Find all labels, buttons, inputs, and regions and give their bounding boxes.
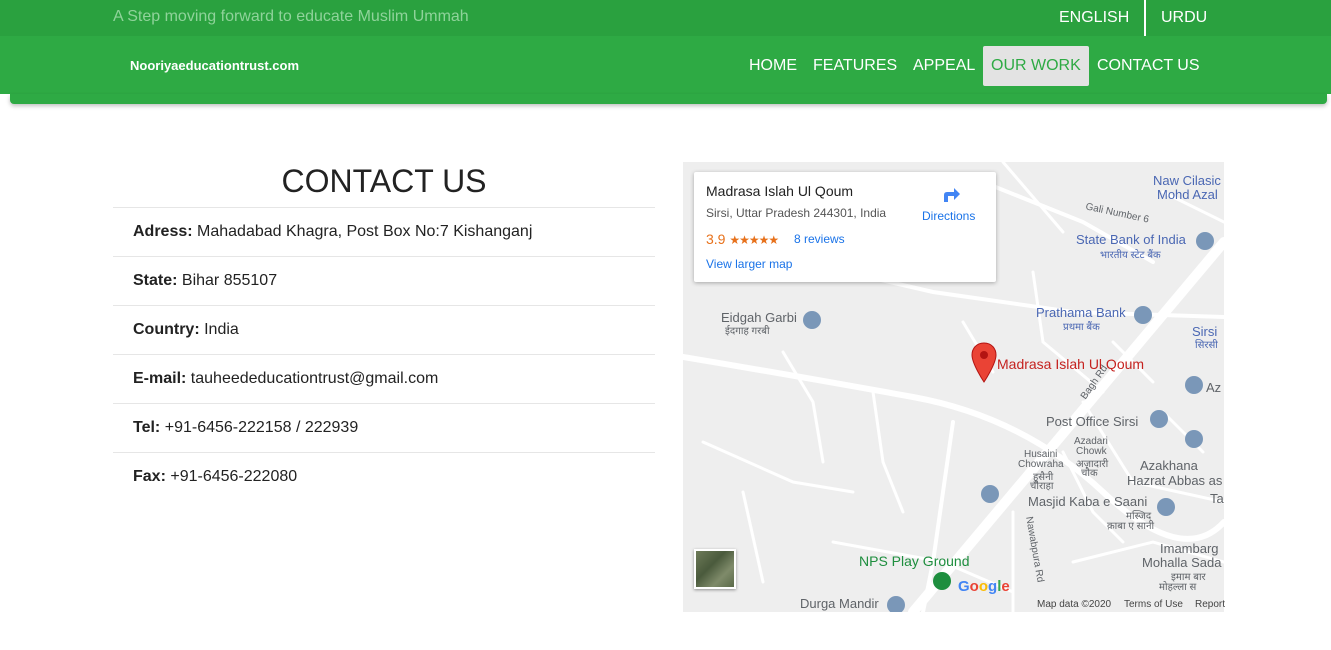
place-hazrat-abbas[interactable]: Hazrat Abbas as [1127,473,1222,488]
place-card-rating: 3.9 ★★★★★ [706,231,779,247]
view-larger-map-link[interactable]: View larger map [706,257,792,271]
place-az[interactable]: Az [1206,380,1221,395]
country-label: Country: [133,321,200,338]
fax-label: Fax: [133,468,166,485]
contact-row-tel: Tel: +91-6456-222158 / 222939 [113,404,655,453]
google-logo: Google [958,578,1010,595]
top-bar: A Step moving forward to educate Muslim … [0,0,1331,36]
mosque-icon[interactable] [803,311,821,329]
place-ta[interactable]: Ta [1210,491,1224,506]
fax-value: +91-6456-222080 [170,468,298,485]
place-state-bank[interactable]: State Bank of India [1076,232,1186,247]
place-post-office[interactable]: Post Office Sirsi [1046,414,1138,429]
satellite-thumbnail [696,551,734,587]
language-urdu[interactable]: URDU [1146,0,1222,36]
tel-label: Tel: [133,419,161,436]
contact-row-email: E-mail: tauheededucationtrust@gmail.com [113,355,655,404]
navbar: Nooriyaeducationtrust.com HOME FEATURES … [0,36,1331,94]
language-english[interactable]: ENGLISH [1044,0,1147,36]
country-value: India [204,321,239,338]
park-icon[interactable] [933,572,951,590]
nav-features[interactable]: FEATURES [805,46,905,86]
place-state-bank-hindi: भारतीय स्टेट बैंक [1100,250,1161,261]
email-value[interactable]: tauheededucationtrust@gmail.com [191,370,439,387]
mosque-icon[interactable] [1185,376,1203,394]
report-link[interactable]: Report [1195,599,1225,610]
directions-icon[interactable] [940,184,962,206]
reviews-link[interactable]: 8 reviews [794,232,845,246]
directions-link[interactable]: Directions [922,209,975,223]
terms-of-use-link[interactable]: Terms of Use [1124,599,1183,610]
star-rating-icon: ★★★★★ [729,233,779,247]
place-azadari-hindi-2: चौक [1081,468,1098,479]
address-label: Adress: [133,223,193,240]
place-naw-cilasic[interactable]: Naw Cilasic [1153,173,1221,188]
nav-contact-us[interactable]: CONTACT US [1089,46,1208,86]
nav-home[interactable]: HOME [741,46,805,86]
state-value: Bihar 855107 [181,272,278,289]
nav-appeal[interactable]: APPEAL [905,46,983,86]
tagline: A Step moving forward to educate Muslim … [113,8,469,25]
place-durga-mandir[interactable]: Durga Mandir [800,596,879,611]
place-masjid-hindi-2: क़ाबा ए सानी [1107,521,1155,532]
place-mohalla-sada[interactable]: Mohalla Sada [1142,555,1222,570]
contact-row-address: Adress: Mahadabad Khagra, Post Box No:7 … [113,208,655,257]
address-value: Mahadabad Khagra, Post Box No:7 Kishanga… [197,223,533,240]
place-imambarg[interactable]: Imambarg [1160,541,1219,556]
bank-icon[interactable] [1196,232,1214,250]
map-data-text: Map data ©2020 [1037,599,1112,610]
place-eidgah-hindi: ईदगाह गरबी [725,326,770,337]
place-sirsi-hindi: सिरसी [1195,340,1218,351]
satellite-toggle[interactable] [694,549,736,589]
contact-row-state: State: Bihar 855107 [113,257,655,306]
place-imam-hindi-2: मोहल्ला स [1159,582,1197,593]
brand-link[interactable]: Nooriyaeducationtrust.com [130,58,299,73]
email-label: E-mail: [133,370,187,387]
map-place-card: Madrasa Islah Ul Qoum Sirsi, Uttar Prade… [694,172,996,282]
place-nps-play-ground[interactable]: NPS Play Ground [859,553,970,569]
contact-row-fax: Fax: +91-6456-222080 [113,453,655,502]
post-office-icon[interactable] [1150,410,1168,428]
nav-our-work[interactable]: OUR WORK [983,46,1089,86]
place-madrasa-pin[interactable]: Madrasa Islah Ul Qoum [997,356,1144,372]
mosque-icon[interactable] [1157,498,1175,516]
contact-row-country: Country: India [113,306,655,355]
place-masjid-kaba[interactable]: Masjid Kaba e Saani [1028,494,1147,509]
place-prathama-hindi: प्रथमा बैंक [1063,322,1100,333]
place-husaini-hindi-2: चौराहा [1030,481,1054,492]
navbar-shadow-strip [10,94,1327,104]
page-title: CONTACT US [113,160,655,208]
rating-value: 3.9 [706,231,726,247]
state-label: State: [133,272,178,289]
mosque-icon[interactable] [1185,430,1203,448]
place-card-address: Sirsi, Uttar Pradesh 244301, India [706,206,887,220]
temple-icon[interactable] [887,596,905,612]
place-azakhana[interactable]: Azakhana [1140,458,1198,473]
location-pin-icon[interactable] [971,342,997,384]
place-card-title: Madrasa Islah Ul Qoum [706,183,854,199]
tel-value: +91-6456-222158 / 222939 [164,419,359,436]
contact-section: CONTACT US Adress: Mahadabad Khagra, Pos… [113,160,655,502]
mosque-icon[interactable] [981,485,999,503]
place-mohd-azal[interactable]: Mohd Azal [1157,187,1218,202]
bank-icon[interactable] [1134,306,1152,324]
place-prathama-bank[interactable]: Prathama Bank [1036,305,1126,320]
